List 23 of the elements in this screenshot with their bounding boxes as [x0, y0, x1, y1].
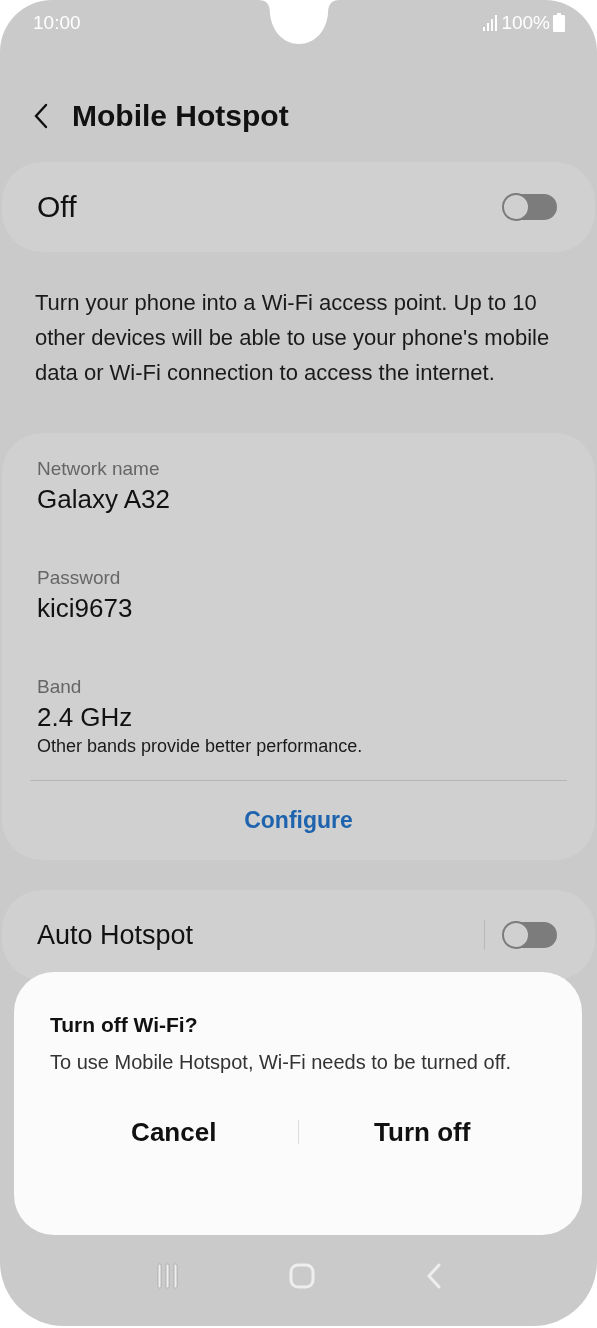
field-value: Galaxy A32	[37, 483, 171, 516]
dialog-message: To use Mobile Hotspot, Wi-Fi needs to be turned off.	[50, 1050, 512, 1075]
signal-icon	[482, 14, 499, 31]
description-text: Turn your phone into a Wi-Fi access point. Up to 10 other devices will be able to use your phone's mobile data or Wi-Fi connection to access the internet.	[34, 289, 551, 387]
page-title: Mobile Hotspot	[72, 99, 289, 133]
dialog-button[interactable]: Cancel	[50, 1107, 298, 1157]
field-value: 2.4 GHz	[37, 701, 134, 734]
dialog-button[interactable]: Turn off	[298, 1107, 546, 1157]
toggle-switch[interactable]	[503, 922, 557, 948]
field-value: kici9673	[37, 592, 134, 625]
toggle-switch[interactable]	[503, 194, 557, 220]
field-label: Network name	[37, 457, 161, 481]
field-label: Band	[37, 675, 83, 699]
dialog-title: Turn off Wi-Fi?	[50, 1012, 199, 1038]
configure-button[interactable]: Configure	[234, 781, 363, 860]
recent-apps-icon[interactable]	[154, 1262, 181, 1290]
field-label: Password	[37, 566, 122, 590]
home-icon[interactable]	[288, 1262, 317, 1290]
switch-label: Off	[37, 190, 78, 224]
switch-label: Auto Hotspot	[37, 919, 195, 951]
back-icon[interactable]	[34, 103, 48, 129]
battery-icon	[553, 13, 565, 32]
field-note: Other bands provide better performance.	[37, 735, 364, 758]
